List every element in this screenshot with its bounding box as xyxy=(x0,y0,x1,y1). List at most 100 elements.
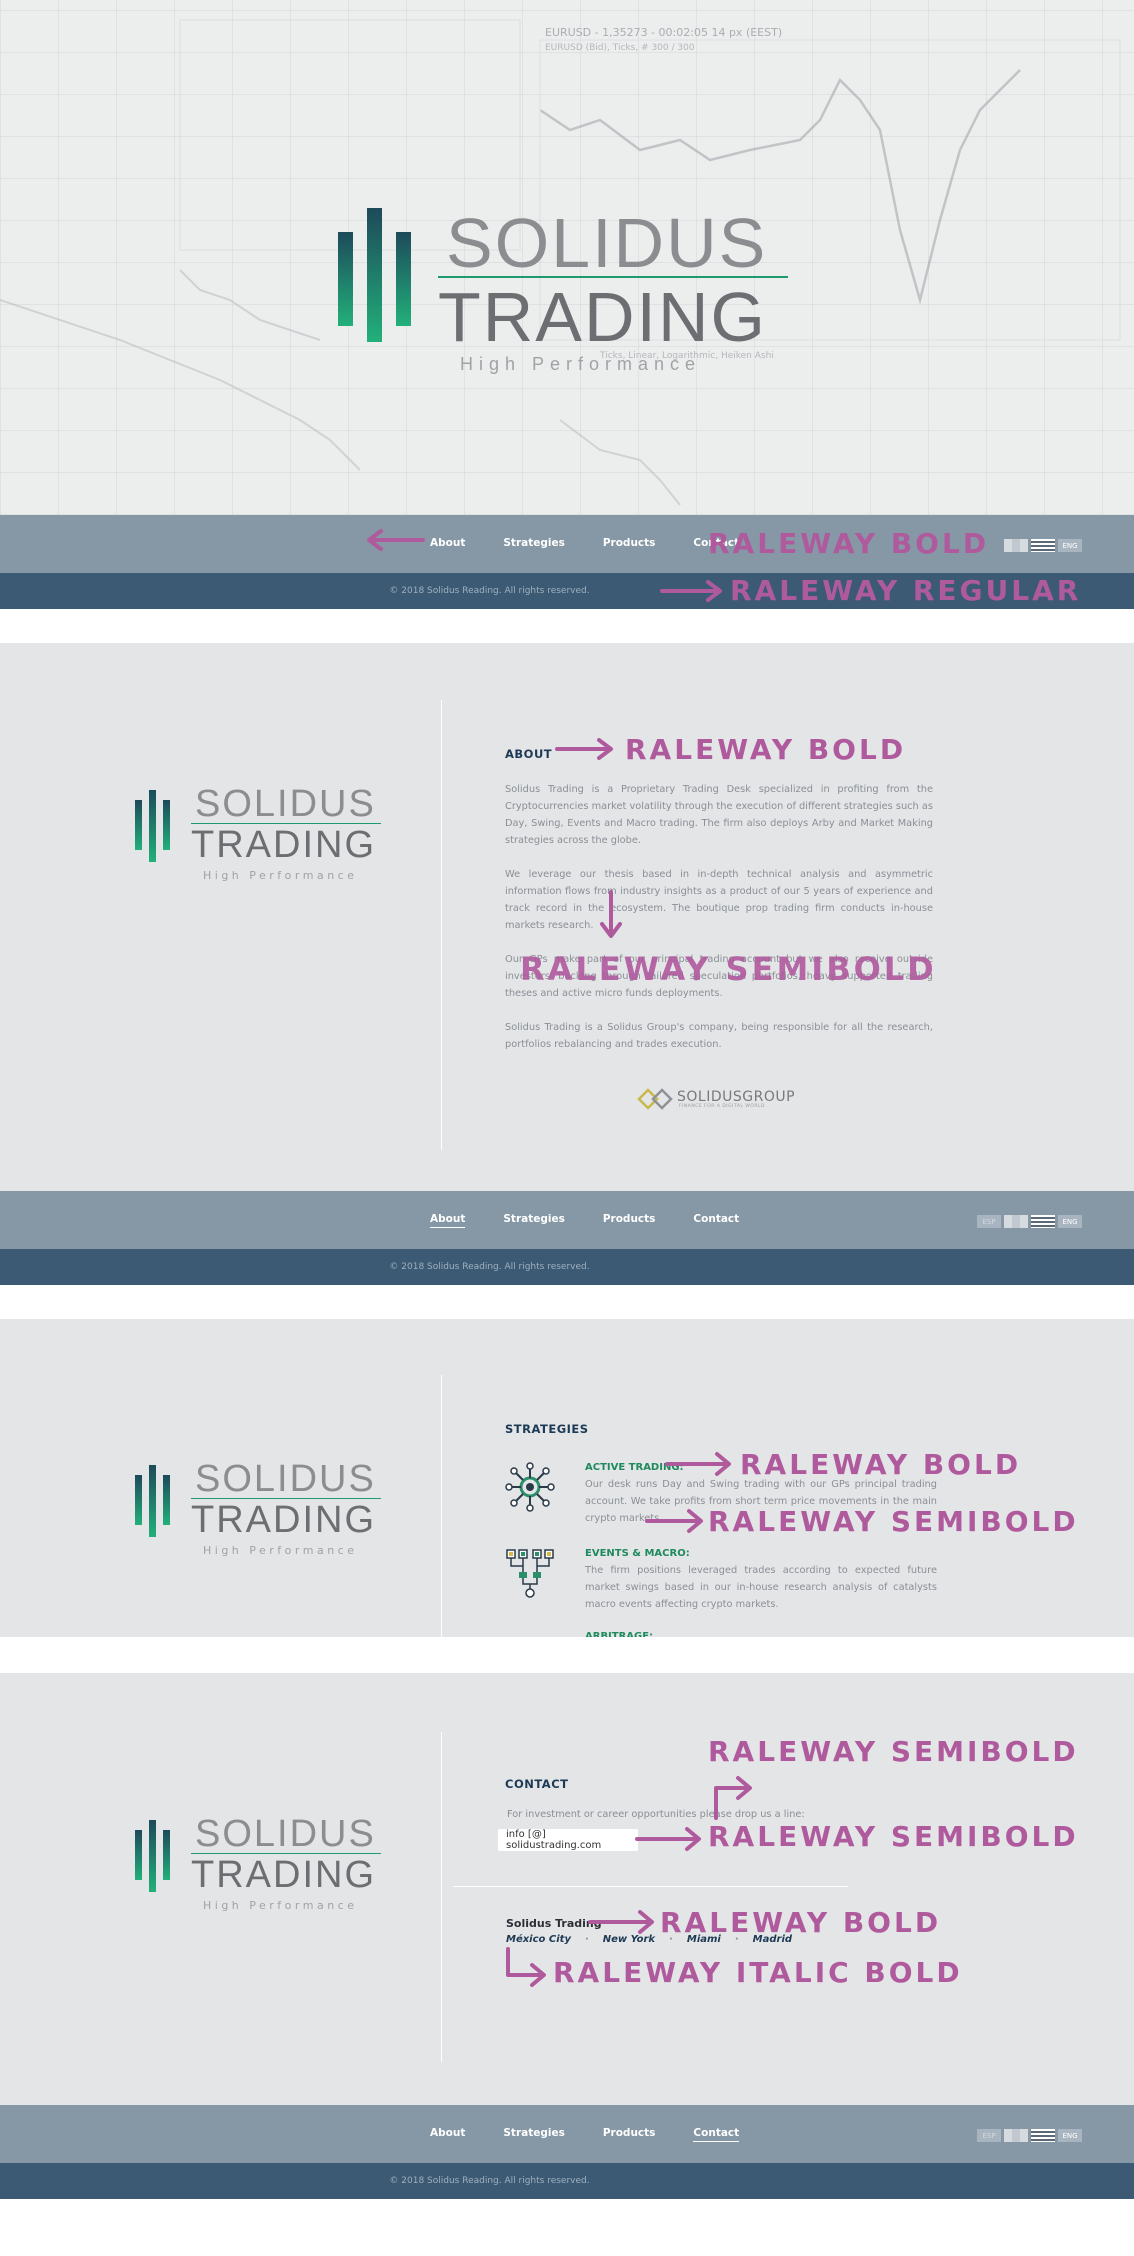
arrow-about-body-annotation-icon xyxy=(600,890,622,938)
logo-bars-icon xyxy=(135,1465,170,1537)
logo-word-trading: TRADING xyxy=(191,824,376,866)
contact-vertical-divider xyxy=(441,1732,442,2062)
strategies-title: STRATEGIES xyxy=(505,1422,589,1436)
logo-word-solidus: SOLIDUS xyxy=(195,783,376,825)
logo-word-solidus: SOLIDUS xyxy=(195,1813,376,1855)
strategy-title: EVENTS & MACRO: xyxy=(585,1548,690,1559)
network-nodes-icon xyxy=(505,1462,555,1512)
about-paragraph-1: Solidus Trading is a Proprietary Trading… xyxy=(505,784,933,846)
annotation-footer-font: RALEWAY REGULAR xyxy=(730,574,1082,607)
about-title: ABOUT xyxy=(505,747,553,761)
logo-bars-icon xyxy=(338,208,411,342)
nav-products[interactable]: Products xyxy=(603,1213,656,1228)
annotation-about-title-font: RALEWAY BOLD xyxy=(625,733,907,766)
language-switcher: ESP ENG xyxy=(977,2129,1082,2142)
nav-about[interactable]: About xyxy=(430,537,465,552)
arrow-footer-annotation-icon xyxy=(660,580,722,602)
contact-logo: SOLIDUS TRADING High Performance xyxy=(135,1815,385,1925)
us-flag-icon[interactable] xyxy=(1031,1215,1055,1228)
solidus-group-sub: FINANCE FOR A DIGITAL WORLD xyxy=(679,1104,765,1109)
lang-eng-button[interactable]: ENG xyxy=(1058,2129,1082,2142)
hero-chart-subtitle: EURUSD (Bid), Ticks, # 300 / 300 xyxy=(545,43,695,53)
us-flag-icon[interactable] xyxy=(1031,539,1055,552)
nav-links: About Strategies Products Contact xyxy=(430,2105,740,2163)
logo-word-solidus: SOLIDUS xyxy=(446,204,768,282)
navbar-about: About Strategies Products Contact ESP EN… xyxy=(0,1191,1134,1249)
annotation-about-body-font: RALEWAY SEMIBOLD xyxy=(520,950,937,988)
copyright-text: © 2018 Solidus Reading. All rights reser… xyxy=(389,586,590,596)
footer-about: © 2018 Solidus Reading. All rights reser… xyxy=(0,1249,1134,1285)
logo-bars-icon xyxy=(135,1820,170,1892)
strategies-logo: SOLIDUS TRADING High Performance xyxy=(135,1460,385,1570)
contact-intro: For investment or career opportunities p… xyxy=(507,1809,805,1820)
solidus-group-diamond-icon xyxy=(637,1088,673,1110)
logo-word-trading: TRADING xyxy=(191,1854,376,1896)
hero-chart-title: EURUSD - 1,35273 - 00:02:05 14 px (EEST) xyxy=(545,26,782,39)
logo-tagline: High Performance xyxy=(203,1544,358,1557)
annotation-contact-company-font: RALEWAY BOLD xyxy=(660,1906,942,1939)
arrow-contact-email-annotation-icon xyxy=(635,1827,701,1851)
nav-strategies[interactable]: Strategies xyxy=(503,537,564,552)
arrow-nav-annotation-icon xyxy=(367,529,425,551)
mexico-flag-icon[interactable] xyxy=(1004,1215,1028,1228)
nav-products[interactable]: Products xyxy=(603,537,656,552)
arrow-contact-cities-annotation-icon xyxy=(506,1947,546,1987)
about-paragraph-2: We leverage our thesis based in in-depth… xyxy=(505,869,933,931)
hierarchy-tree-icon xyxy=(506,1549,554,1598)
about-logo: SOLIDUS TRADING High Performance xyxy=(135,785,385,895)
strategies-vertical-divider xyxy=(441,1375,442,1637)
mexico-flag-icon[interactable] xyxy=(1004,539,1028,552)
hero-logo: SOLIDUS TRADING High Performance xyxy=(338,208,788,378)
lang-esp-button[interactable]: ESP xyxy=(977,1215,1001,1228)
nav-links: About Strategies Products Contact xyxy=(430,1191,739,1249)
nav-about[interactable]: About xyxy=(430,1213,466,1228)
annotation-contact-email-font: RALEWAY SEMIBOLD xyxy=(708,1820,1079,1853)
mexico-flag-icon[interactable] xyxy=(1004,2129,1028,2142)
footer-contact: © 2018 Solidus Reading. All rights reser… xyxy=(0,2163,1134,2199)
logo-tagline: High Performance xyxy=(203,1899,358,1912)
nav-links: About Strategies Products Contact xyxy=(430,515,739,573)
logo-bars-icon xyxy=(135,790,170,862)
lang-eng-button[interactable]: ENG xyxy=(1058,539,1082,552)
annotation-strategy-body-font: RALEWAY SEMIBOLD xyxy=(708,1505,1079,1538)
arrow-contact-company-annotation-icon xyxy=(588,1910,654,1934)
language-switcher: ENG xyxy=(1004,539,1082,552)
city-mexico: México City xyxy=(506,1934,571,1945)
logo-word-solidus: SOLIDUS xyxy=(195,1458,376,1500)
solidus-group-logo: SOLIDUSGROUP FINANCE FOR A DIGITAL WORLD xyxy=(637,1088,807,1112)
copyright-text: © 2018 Solidus Reading. All rights reser… xyxy=(389,1262,590,1272)
nav-products[interactable]: Products xyxy=(603,2127,656,2142)
navbar-contact: About Strategies Products Contact ESP EN… xyxy=(0,2105,1134,2163)
annotation-strategy-title-font: RALEWAY BOLD xyxy=(740,1448,1022,1481)
nav-strategies[interactable]: Strategies xyxy=(503,1213,564,1228)
language-switcher: ESP ENG xyxy=(977,1215,1082,1228)
strategy-events-macro: EVENTS & MACRO: The firm positions lever… xyxy=(505,1548,937,1610)
lang-esp-button[interactable]: ESP xyxy=(977,2129,1001,2142)
arrow-about-title-annotation-icon xyxy=(555,738,613,760)
annotation-nav-font: RALEWAY BOLD xyxy=(708,527,990,560)
contact-email-field[interactable]: info [@] solidustrading.com xyxy=(498,1829,638,1851)
contact-horizontal-divider xyxy=(453,1886,848,1887)
annotation-contact-cities-font: RALEWAY ITALIC BOLD xyxy=(553,1956,963,1989)
hero-section: EURUSD - 1,35273 - 00:02:05 14 px (EEST)… xyxy=(0,0,1134,515)
about-body: Solidus Trading is a Proprietary Trading… xyxy=(505,781,933,1070)
about-paragraph-4: Solidus Trading is a Solidus Group's com… xyxy=(505,1022,933,1050)
logo-tagline: High Performance xyxy=(203,869,358,882)
contact-title: CONTACT xyxy=(505,1777,569,1791)
logo-word-trading: TRADING xyxy=(191,1499,376,1541)
arrow-contact-intro-annotation-icon xyxy=(714,1776,752,1820)
lang-eng-button[interactable]: ENG xyxy=(1058,1215,1082,1228)
nav-about[interactable]: About xyxy=(430,2127,465,2142)
strategy-text: The firm positions leveraged trades acco… xyxy=(585,1565,937,1610)
nav-strategies[interactable]: Strategies xyxy=(503,2127,564,2142)
us-flag-icon[interactable] xyxy=(1031,2129,1055,2142)
nav-contact[interactable]: Contact xyxy=(693,1213,739,1228)
copyright-text: © 2018 Solidus Reading. All rights reser… xyxy=(389,2176,590,2186)
logo-tagline: High Performance xyxy=(460,354,702,374)
solidus-group-text: SOLIDUSGROUP xyxy=(677,1089,796,1105)
about-vertical-divider xyxy=(441,700,442,1150)
arrow-strategy-title-annotation-icon xyxy=(665,1452,731,1476)
nav-contact[interactable]: Contact xyxy=(693,2127,740,2142)
strategy-arbitrage-title: ARBITRAGE: xyxy=(585,1631,654,1637)
annotation-contact-intro-font: RALEWAY SEMIBOLD xyxy=(708,1735,1079,1768)
